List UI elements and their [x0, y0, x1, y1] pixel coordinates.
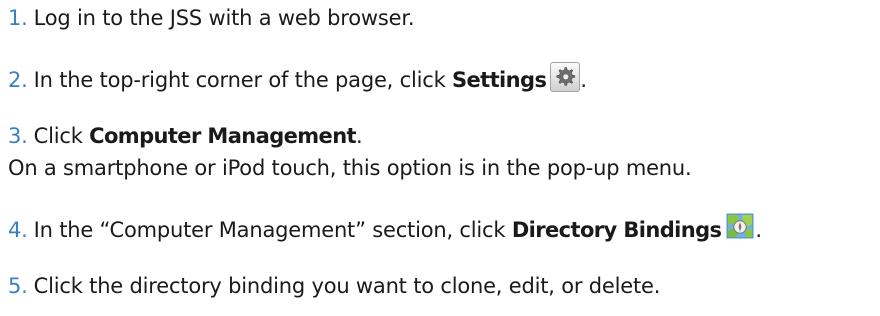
step-number: 2. [8, 68, 28, 92]
step-note: On a smartphone or iPod touch, this opti… [8, 156, 692, 180]
step-text-end: . [356, 124, 363, 148]
gear-icon [550, 62, 581, 92]
step-text-end: . [580, 68, 587, 92]
step-text: In the top-right corner of the page, cli… [33, 68, 453, 92]
step-3: 3. Click Computer Management. On a smartp… [8, 120, 692, 184]
step-1: 1. Log in to the JSS with a web browser. [8, 2, 415, 34]
settings-label: Settings [452, 68, 547, 92]
step-number: 3. [8, 124, 28, 148]
step-5: 5. Click the directory binding you want t… [8, 270, 660, 302]
step-text: Click [33, 124, 90, 148]
step-2: 2. In the top-right corner of the page, c… [8, 62, 587, 96]
step-4: 4. In the “Computer Management” section, … [8, 211, 762, 246]
step-text: Click the directory binding you want to … [33, 274, 661, 298]
step-text: In the “Computer Management” section, cl… [33, 218, 512, 242]
step-text-end: . [755, 218, 762, 242]
directory-bindings-label: Directory Bindings [511, 218, 722, 242]
step-number: 5. [8, 274, 28, 298]
step-number: 1. [8, 6, 28, 30]
step-text: Log in to the JSS with a web browser. [33, 6, 415, 30]
step-number: 4. [8, 218, 28, 242]
computer-management-label: Computer Management [89, 124, 356, 148]
directory-bindings-map-icon [725, 211, 755, 241]
